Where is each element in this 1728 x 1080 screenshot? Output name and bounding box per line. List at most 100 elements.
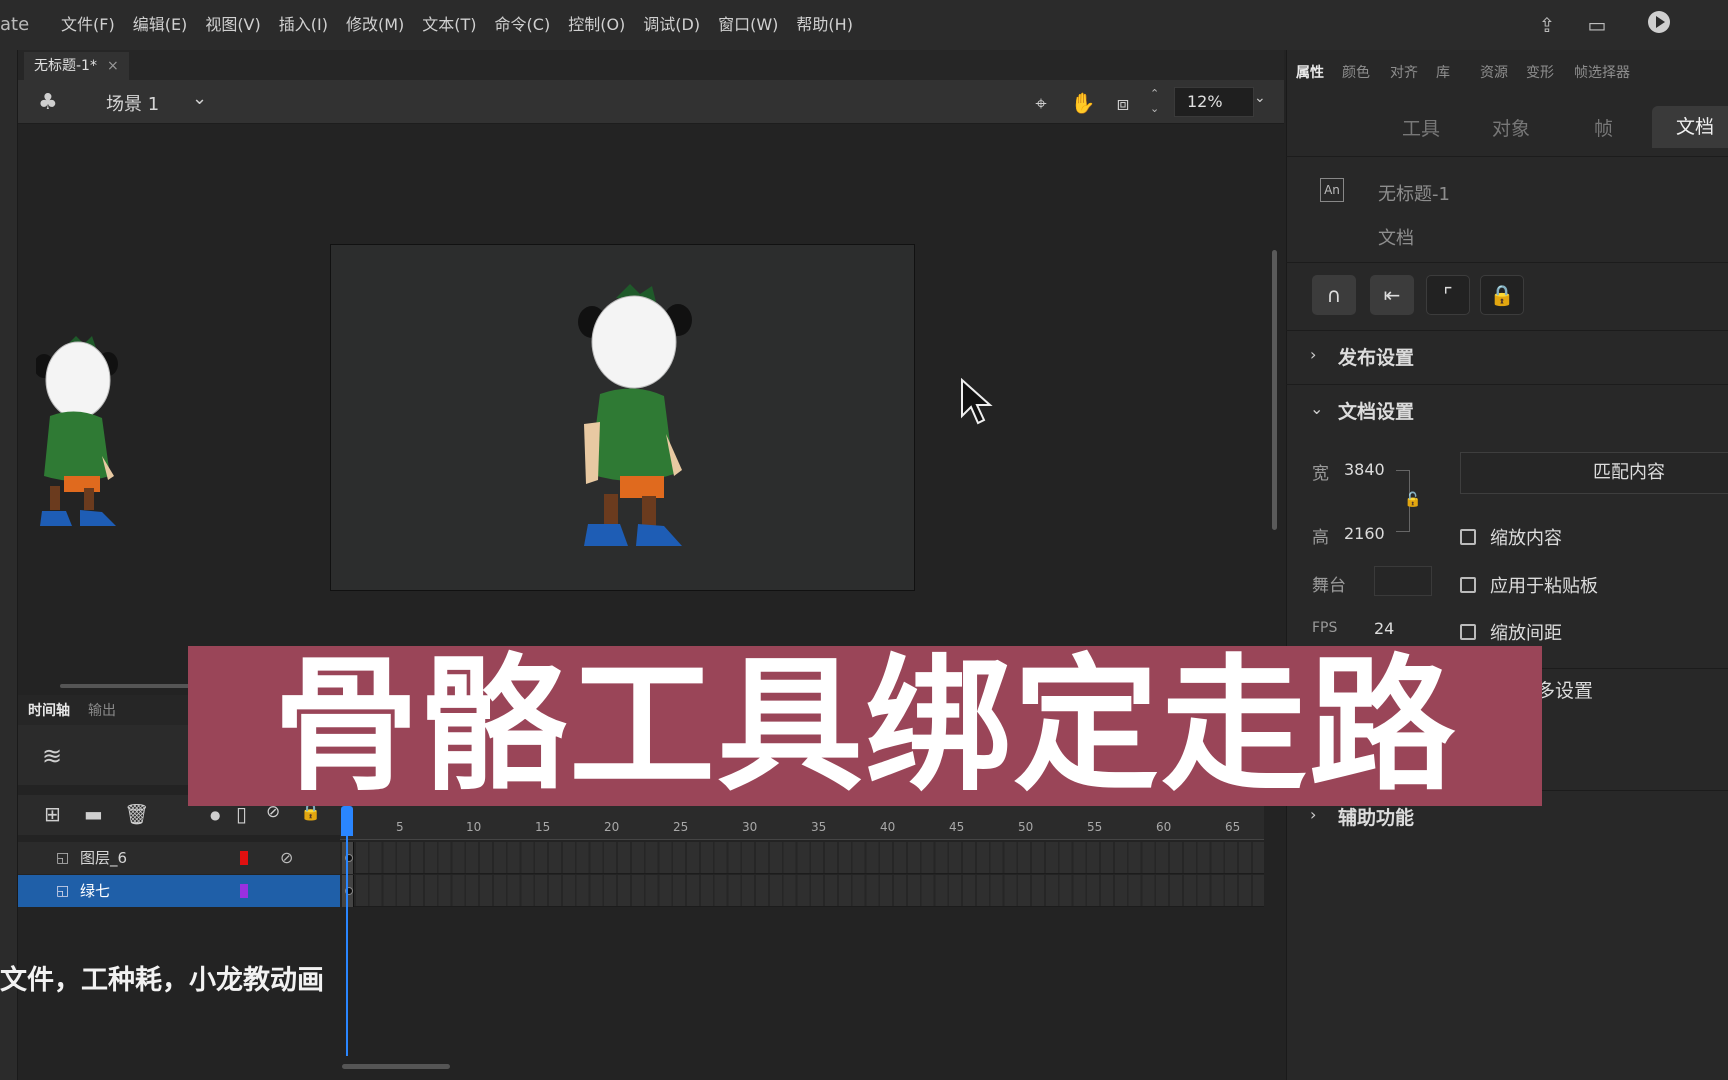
document-name: 无标题-1 xyxy=(1378,184,1450,205)
canvas-horizontal-scrollbar[interactable] xyxy=(60,684,200,688)
ruler-number: 10 xyxy=(466,820,482,834)
scene-label[interactable]: 场景 1 xyxy=(106,90,159,116)
section-publish-settings[interactable]: › 发布设置 xyxy=(1286,330,1728,382)
section-document-settings[interactable]: ⌄ 文档设置 xyxy=(1286,384,1728,436)
menu-insert[interactable]: 插入(I) xyxy=(270,0,337,50)
layer-color-swatch[interactable] xyxy=(240,884,248,898)
menu: 文件(F) 编辑(E) 视图(V) 插入(I) 修改(M) 文本(T) 命令(C… xyxy=(52,0,862,50)
subtab-frame[interactable]: 帧 xyxy=(1594,114,1613,141)
menu-text[interactable]: 文本(T) xyxy=(413,0,485,50)
tab-color[interactable]: 颜色 xyxy=(1342,62,1370,82)
stage-color-swatch[interactable] xyxy=(1374,566,1432,596)
layer-name[interactable]: 图层_6 xyxy=(80,842,127,874)
section-title: 文档设置 xyxy=(1338,401,1415,423)
section-title: 发布设置 xyxy=(1338,347,1415,369)
document-type-label: 文档 xyxy=(1378,228,1414,249)
tab-frame-picker[interactable]: 帧选择器 xyxy=(1574,62,1630,82)
keyframe[interactable] xyxy=(342,842,354,874)
width-input[interactable]: 3840 xyxy=(1344,460,1385,479)
tab-assets[interactable]: 资源 xyxy=(1480,62,1508,82)
ruler-number: 25 xyxy=(673,820,689,834)
tab-output[interactable]: 输出 xyxy=(88,700,116,720)
subtab-object[interactable]: 对象 xyxy=(1492,114,1530,141)
layer-type-icon: ◱ xyxy=(56,883,70,899)
keyframe[interactable] xyxy=(342,875,354,907)
clip-stage-icon[interactable]: ⧈ xyxy=(1108,88,1138,118)
chevron-down-icon[interactable]: ⌄ xyxy=(192,88,207,109)
eye-hidden-icon[interactable]: ⊘ xyxy=(280,842,293,874)
frame-row[interactable] xyxy=(342,875,1264,907)
play-icon[interactable] xyxy=(1644,10,1674,40)
zoom-spinner-icon[interactable]: ⌃ ⌄ xyxy=(1150,86,1159,116)
menu-help[interactable]: 帮助(H) xyxy=(787,0,862,50)
more-settings-button[interactable]: 多设置 xyxy=(1536,676,1593,703)
match-contents-button[interactable]: 匹配内容 xyxy=(1460,452,1728,494)
layer-row-layer6[interactable]: ◱ 图层_6 ⊘ xyxy=(18,842,340,874)
checkbox-scale-content[interactable]: 缩放内容 xyxy=(1460,524,1562,550)
snap-align-icon[interactable]: ⇤ xyxy=(1370,275,1414,315)
hand-icon[interactable]: ✋ xyxy=(1068,88,1098,118)
checkbox[interactable] xyxy=(1460,624,1476,640)
highlight-dot-icon[interactable]: ● xyxy=(210,808,220,822)
layer-row-lvqi[interactable]: ◱ 绿七 xyxy=(18,875,340,907)
divider xyxy=(1286,156,1728,157)
tab-library[interactable]: 库 xyxy=(1436,62,1450,82)
lock-icon[interactable]: 🔒 xyxy=(1480,275,1524,315)
mouse-cursor-icon xyxy=(961,378,993,425)
ruler-number: 5 xyxy=(396,820,404,834)
document-tab-row xyxy=(18,50,1284,80)
new-layer-icon[interactable]: ⊞ xyxy=(44,802,61,826)
fps-input[interactable]: 24 xyxy=(1374,619,1394,638)
menu-commands[interactable]: 命令(C) xyxy=(486,0,560,50)
tab-align[interactable]: 对齐 xyxy=(1390,62,1418,82)
menu-control[interactable]: 控制(O) xyxy=(559,0,634,50)
ruler-number: 20 xyxy=(604,820,620,834)
ruler-number: 45 xyxy=(949,820,965,834)
menu-file[interactable]: 文件(F) xyxy=(52,0,124,50)
folder-icon[interactable]: ▬ xyxy=(84,802,103,826)
checkbox-apply-pasteboard[interactable]: 应用于粘贴板 xyxy=(1460,572,1598,598)
menu-view[interactable]: 视图(V) xyxy=(196,0,269,50)
zoom-input[interactable]: 12% xyxy=(1174,87,1254,117)
trash-icon[interactable]: 🗑 xyxy=(124,802,149,826)
video-subtitle: 文件，工种耗，小龙教动画 xyxy=(0,965,324,996)
scene-symbol-icon[interactable]: ♣ xyxy=(38,90,64,116)
share-icon[interactable]: ⇪ xyxy=(1532,10,1562,40)
checkbox-scale-spacing[interactable]: 缩放间距 xyxy=(1460,619,1562,645)
menu-modify[interactable]: 修改(M) xyxy=(337,0,413,50)
tab-properties[interactable]: 属性 xyxy=(1296,62,1324,82)
link-lock-icon[interactable]: 🔓 xyxy=(1404,492,1421,508)
canvas-vertical-scrollbar[interactable] xyxy=(1272,250,1277,530)
ruler-number: 35 xyxy=(811,820,827,834)
layer-color-swatch[interactable] xyxy=(240,851,248,865)
zoom-dropdown-icon[interactable]: ⌄ xyxy=(1254,90,1266,106)
close-icon[interactable]: × xyxy=(107,52,119,80)
tab-timeline[interactable]: 时间轴 xyxy=(28,700,70,720)
menu-window[interactable]: 窗口(W) xyxy=(709,0,787,50)
timeline-horizontal-scrollbar[interactable] xyxy=(342,1064,450,1069)
layer-type-icon: ◱ xyxy=(56,850,70,866)
center-stage-icon[interactable]: ⌖ xyxy=(1026,88,1056,118)
layer-name[interactable]: 绿七 xyxy=(80,875,110,907)
frame-row[interactable] xyxy=(342,842,1264,874)
subtab-document[interactable]: 文档 xyxy=(1652,106,1728,148)
menu-debug[interactable]: 调试(D) xyxy=(634,0,709,50)
checkbox[interactable] xyxy=(1460,529,1476,545)
subtab-tool[interactable]: 工具 xyxy=(1402,114,1440,141)
snap-magnet-icon[interactable]: ∩ xyxy=(1312,275,1356,315)
tab-transform[interactable]: 变形 xyxy=(1526,62,1554,82)
divider xyxy=(1286,262,1728,263)
ruler-corner-icon[interactable]: ⌜ xyxy=(1426,275,1470,315)
layout-icon[interactable]: ▭ xyxy=(1582,10,1612,40)
ruler-number: 55 xyxy=(1087,820,1103,834)
document-tab[interactable]: 无标题-1* × xyxy=(24,52,129,80)
character-figure-stage[interactable] xyxy=(578,284,698,564)
stage-label: 舞台 xyxy=(1312,576,1346,596)
frame-grid[interactable] xyxy=(342,842,1264,907)
character-figure-small[interactable] xyxy=(36,336,136,546)
menu-edit[interactable]: 编辑(E) xyxy=(124,0,197,50)
ruler-number: 65 xyxy=(1225,820,1241,834)
checkbox[interactable] xyxy=(1460,577,1476,593)
layers-icon[interactable]: ≋ xyxy=(42,742,62,770)
height-input[interactable]: 2160 xyxy=(1344,524,1385,543)
